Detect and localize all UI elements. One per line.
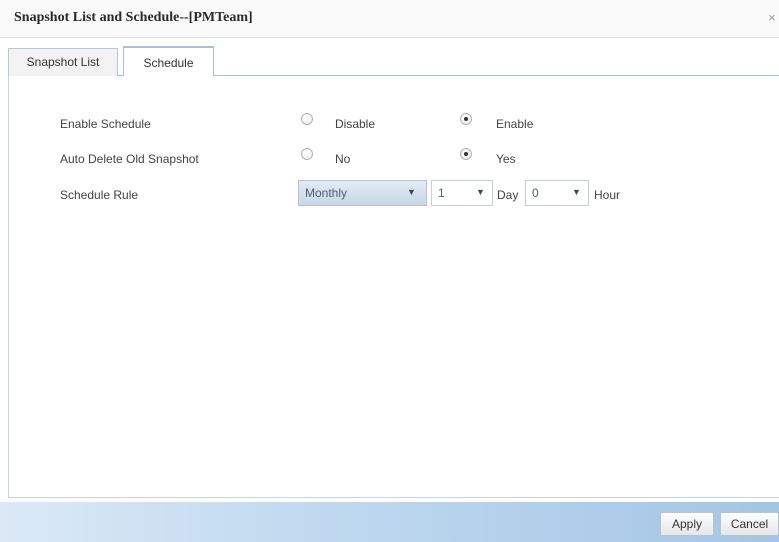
day-select[interactable]: 1 ▼	[431, 180, 493, 206]
tab-bar: Snapshot List Schedule	[8, 46, 779, 77]
hour-value: 0	[532, 186, 539, 200]
chevron-down-icon: ▼	[476, 187, 485, 197]
radio-enable[interactable]	[460, 113, 472, 125]
radio-no[interactable]	[301, 148, 313, 160]
tab-schedule[interactable]: Schedule	[123, 46, 214, 77]
frequency-value: Monthly	[305, 186, 348, 200]
chevron-down-icon: ▼	[572, 187, 581, 197]
hour-label: Hour	[594, 188, 621, 202]
snapshot-schedule-dialog: Snapshot List and Schedule--[PMTeam] × S…	[0, 0, 779, 542]
radio-yes[interactable]	[460, 148, 472, 160]
day-value: 1	[438, 186, 445, 200]
radio-no-label: No	[335, 152, 351, 166]
radio-enable-label: Enable	[496, 117, 534, 131]
close-icon[interactable]: ×	[768, 10, 776, 25]
dialog-title: Snapshot List and Schedule--[PMTeam]	[14, 10, 253, 25]
apply-button[interactable]: Apply	[660, 512, 714, 536]
title-bar: Snapshot List and Schedule--[PMTeam] ×	[0, 0, 779, 38]
radio-disable-label: Disable	[335, 117, 376, 131]
enable-schedule-label: Enable Schedule	[60, 117, 151, 131]
hour-select[interactable]: 0 ▼	[525, 180, 589, 206]
radio-disable[interactable]	[301, 113, 313, 125]
cancel-button[interactable]: Cancel	[720, 512, 779, 536]
schedule-rule-label: Schedule Rule	[60, 188, 139, 202]
chevron-down-icon: ▼	[407, 187, 416, 197]
day-label: Day	[497, 188, 519, 202]
tab-snapshot-list[interactable]: Snapshot List	[8, 48, 118, 76]
dialog-footer: Apply Cancel	[0, 502, 779, 542]
schedule-panel: Enable Schedule Disable Enable Auto Dele…	[8, 76, 779, 498]
frequency-select[interactable]: Monthly ▼	[298, 180, 427, 206]
radio-yes-label: Yes	[496, 152, 516, 166]
auto-delete-label: Auto Delete Old Snapshot	[60, 152, 199, 166]
